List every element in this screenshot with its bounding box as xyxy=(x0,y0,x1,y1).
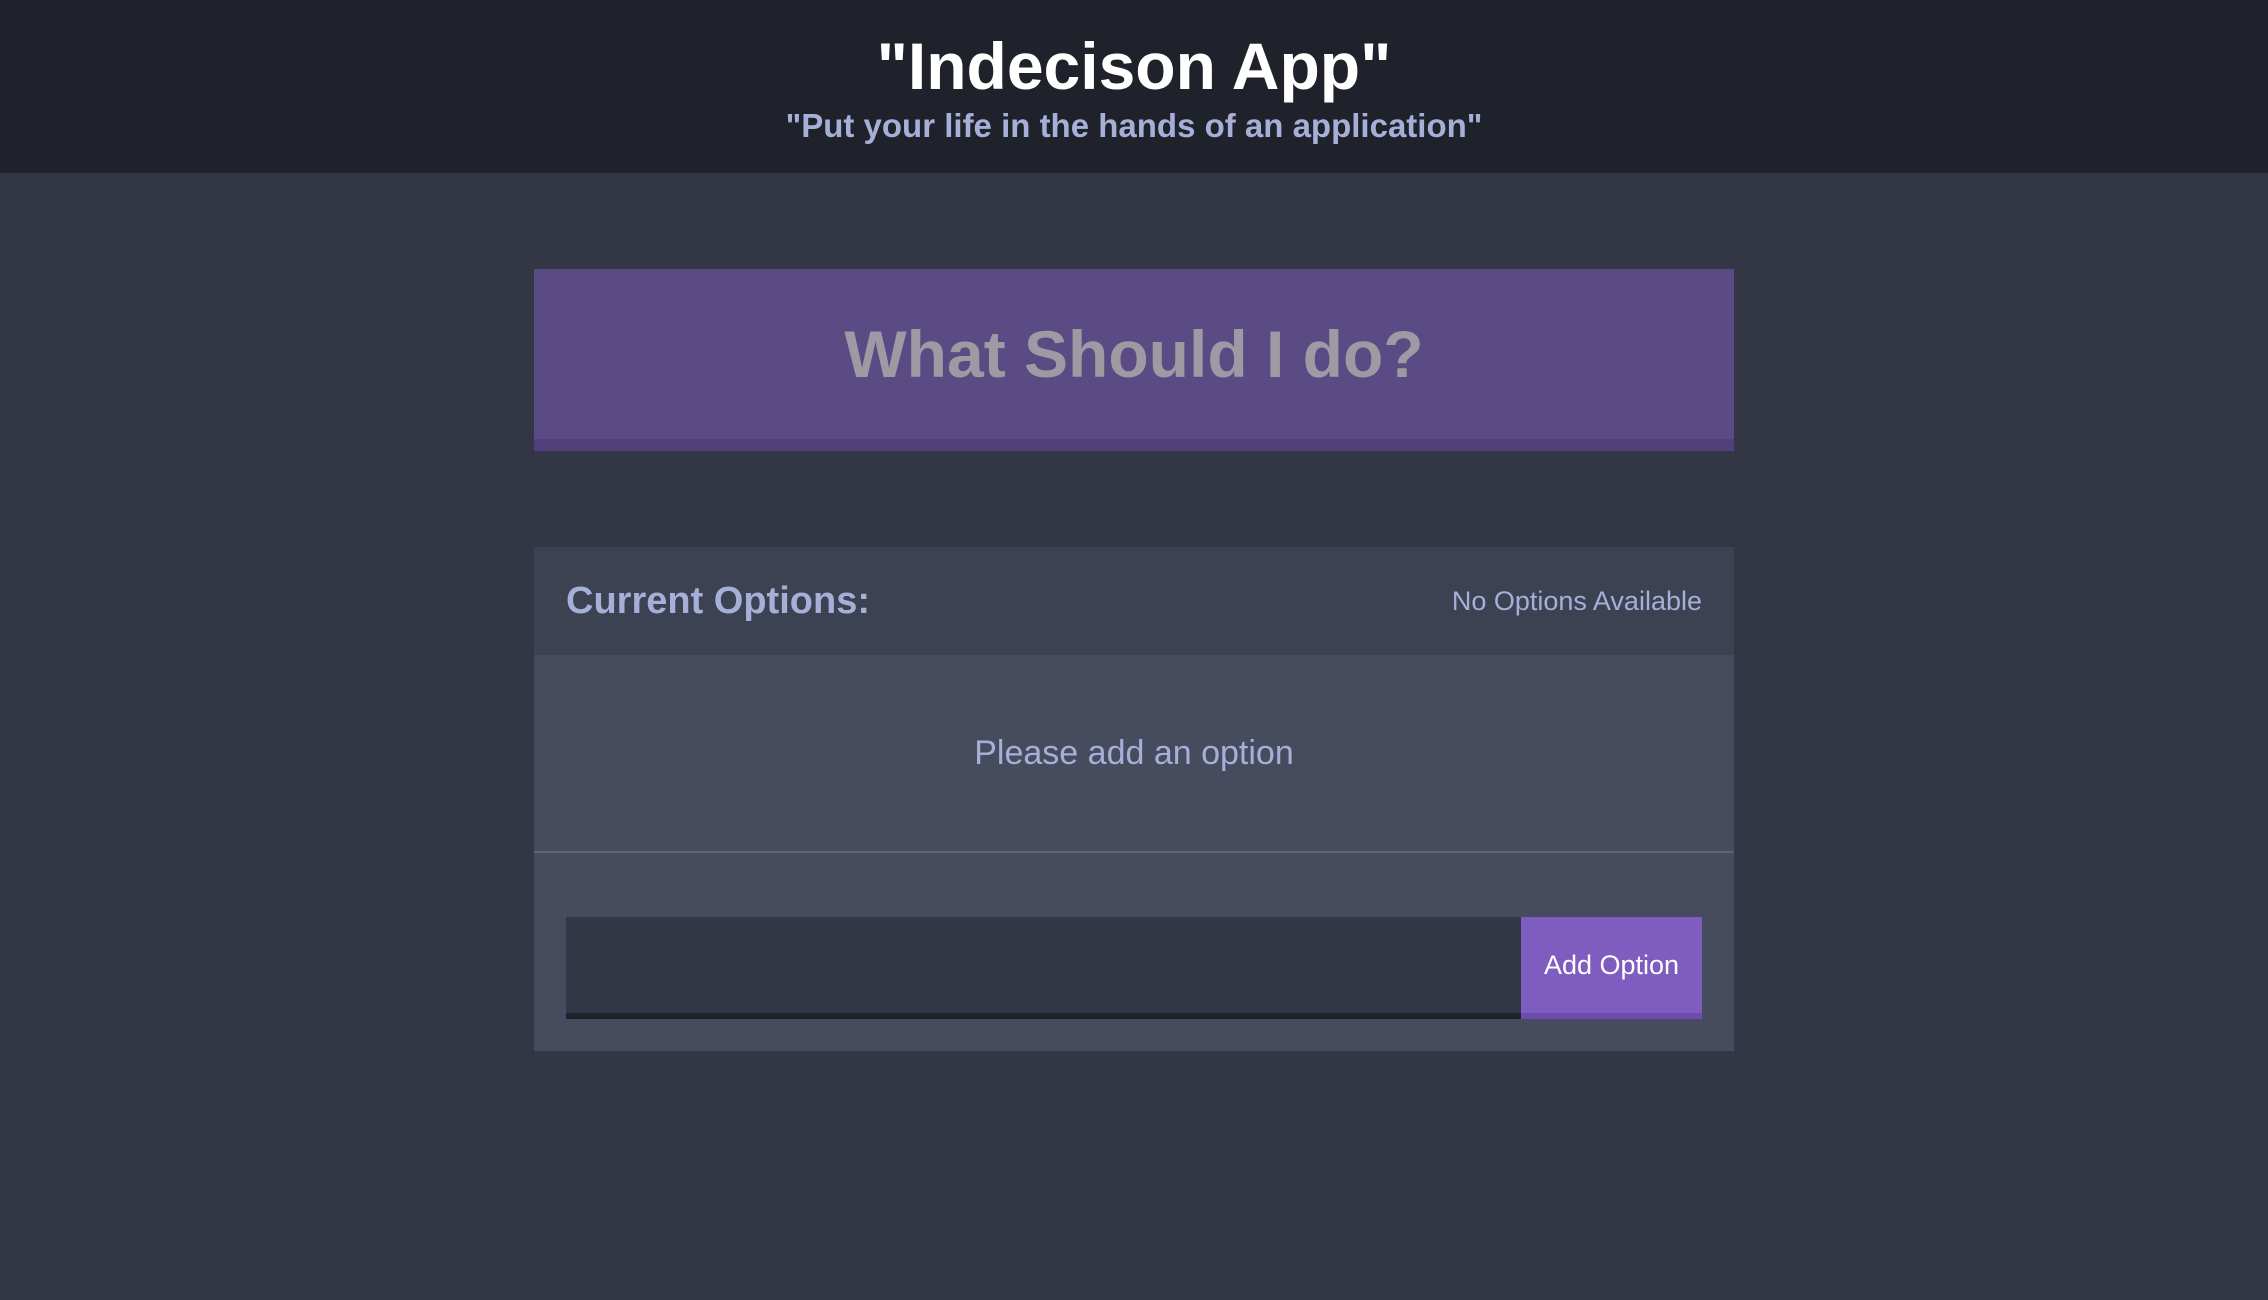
app-subtitle: "Put your life in the hands of an applic… xyxy=(785,107,1483,144)
options-widget: Current Options: No Options Available Pl… xyxy=(534,547,1734,1051)
app-title: "Indecison App" xyxy=(876,29,1392,103)
main-container: What Should I do? Current Options: No Op… xyxy=(534,269,1734,1051)
option-input[interactable] xyxy=(566,917,1521,1019)
options-title: Current Options: xyxy=(566,579,870,622)
app-header: "Indecison App" "Put your life in the ha… xyxy=(0,0,2268,173)
add-option-button[interactable]: Add Option xyxy=(1521,917,1702,1019)
options-header: Current Options: No Options Available xyxy=(534,547,1734,655)
empty-options-message: Please add an option xyxy=(534,655,1734,853)
what-should-i-do-button[interactable]: What Should I do? xyxy=(534,269,1734,451)
options-status: No Options Available xyxy=(1451,585,1702,616)
add-option-form: Add Option xyxy=(534,853,1734,1051)
